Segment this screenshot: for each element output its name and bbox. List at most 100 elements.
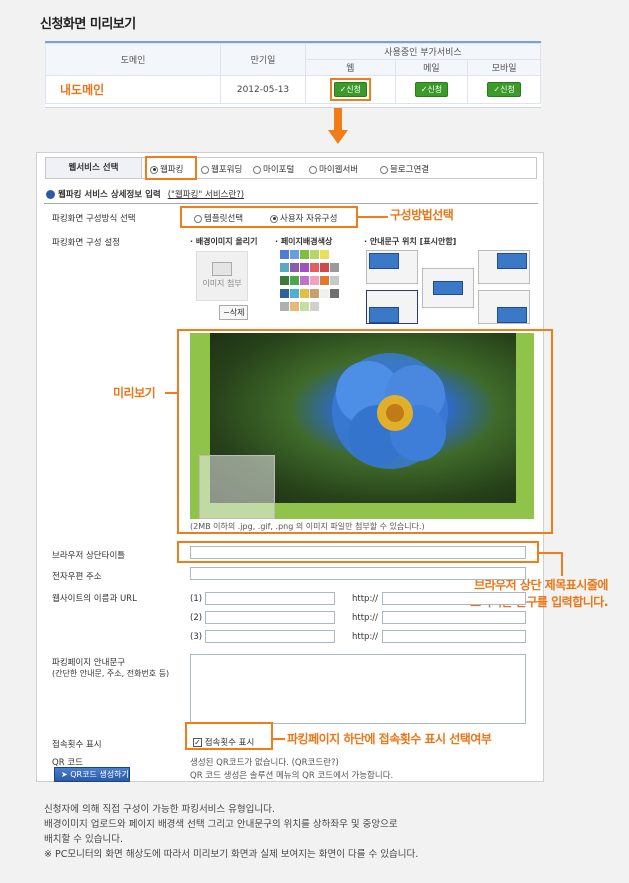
pos-center[interactable] [422, 268, 474, 308]
site-url-input-2[interactable] [382, 611, 526, 624]
footer-line-1: 신청자에 의해 직접 구성이 가능한 파킹서비스 유형입니다. [44, 804, 275, 815]
footer-line-2: 배경이미지 업로드와 페이지 배경색 선택 그리고 안내문구의 위치를 상하좌우… [44, 819, 398, 830]
tab-webforwarding[interactable]: 웹포워딩 [201, 163, 242, 175]
guide-textarea[interactable] [190, 654, 526, 724]
color-swatch[interactable] [320, 289, 329, 298]
color-swatch[interactable] [300, 263, 309, 272]
web-apply-button[interactable]: ✓신청 [333, 82, 367, 97]
preview-canvas [190, 333, 534, 519]
pos-top-right[interactable] [478, 250, 530, 284]
footer-line-4: ※ PC모니터의 화면 해상도에 따라서 미리보기 화면과 실제 보여지는 화면… [44, 849, 419, 860]
color-swatch[interactable] [310, 263, 319, 272]
hide-guide-option[interactable]: [표시안함] [420, 237, 457, 246]
page-title: 신청화면 미리보기 [40, 17, 136, 32]
browser-title-label: 브라우저 상단타이틀 [52, 551, 126, 561]
col-expiry: 만기일 [220, 43, 306, 76]
col-domain: 도메인 [45, 43, 221, 76]
color-swatch[interactable] [330, 289, 339, 298]
config-method-label: 파킹화면 구성방식 선택 [52, 214, 136, 224]
color-swatch[interactable] [280, 263, 289, 272]
expiry-date: 2012-05-13 [220, 75, 306, 104]
guide-pos-label: · 안내문구 위치 [표시안함] [364, 237, 457, 246]
color-swatch[interactable] [290, 289, 299, 298]
site-name-input-1[interactable] [205, 592, 335, 605]
color-swatch[interactable] [330, 276, 339, 285]
email-label: 전자우편 주소 [52, 572, 102, 582]
tab-myportal[interactable]: 마이포털 [253, 163, 294, 175]
color-swatch[interactable] [300, 250, 309, 259]
down-arrow-icon [328, 108, 348, 144]
counter-checkbox[interactable]: ✓ 접속횟수 표시 [193, 736, 254, 748]
color-swatch[interactable] [290, 250, 299, 259]
color-swatch[interactable] [310, 276, 319, 285]
color-swatch[interactable] [300, 276, 309, 285]
guide-text-sublabel: (간단한 안내문, 주소, 전화번호 등) [52, 669, 170, 678]
image-attach-button[interactable]: 이미지 첨부 [196, 251, 248, 301]
color-swatch[interactable] [280, 302, 289, 311]
footer-notes: 신청자에 의해 직접 구성이 가능한 파킹서비스 유형입니다. 배경이미지 업로… [44, 802, 544, 862]
color-swatch[interactable] [320, 250, 329, 259]
section-title: 웹파킹 서비스 상세정보 입력 ("웹파킹" 서비스란?) [46, 188, 244, 200]
qr-generate-button[interactable]: ➤ QR코드 생성하기 [54, 767, 130, 782]
color-swatch[interactable] [290, 302, 299, 311]
pos-bottom-right[interactable] [478, 290, 530, 324]
checkbox-checked-icon: ✓ [193, 738, 202, 747]
service-tabs: 웹서비스 선택 웹파킹 웹포워딩 마이포털 마이웹서버 블로그연결 [45, 156, 537, 180]
section-help-link[interactable]: ("웹파킹" 서비스란?) [168, 190, 244, 200]
color-swatch[interactable] [330, 250, 339, 259]
color-swatch[interactable] [320, 276, 329, 285]
config-setting-label: 파킹화면 구성 설정 [52, 238, 120, 248]
email-input[interactable] [190, 567, 526, 580]
qr-message-2: QR 코드 생성은 솔루션 메뉴의 QR 코드에서 가능합니다. [190, 771, 394, 781]
color-swatch[interactable] [320, 263, 329, 272]
annotation-config-method: 구성방법선택 [390, 208, 454, 222]
site-url-input-1[interactable] [382, 592, 526, 605]
site-name-input-3[interactable] [205, 630, 335, 643]
domain-name: 내도메인 [45, 75, 221, 104]
color-swatch[interactable] [310, 250, 319, 259]
bg-color-label: · 페이지배경색상 [275, 237, 333, 246]
site-url-input-3[interactable] [382, 630, 526, 643]
guide-text-label: 파킹페이지 안내문구 [52, 658, 126, 668]
color-swatch[interactable] [280, 289, 289, 298]
mail-apply-button[interactable]: ✓신청 [414, 82, 449, 97]
color-swatch[interactable] [310, 289, 319, 298]
col-mobile: 모바일 [467, 59, 541, 76]
color-swatch[interactable] [310, 302, 319, 311]
col-addon: 사용중인 부가서비스 [305, 43, 541, 60]
site-urls-label: 웹사이트의 이름과 URL [52, 594, 137, 604]
color-swatch[interactable] [300, 302, 309, 311]
option-custom[interactable]: 사용자 자유구성 [270, 212, 337, 224]
preview-caption: (2MB 이하의 .jpg, .gif, .png 의 이미지 파일만 첨부할 … [190, 522, 425, 531]
footer-line-3: 배치할 수 있습니다. [44, 834, 123, 845]
service-tabs-label: 웹서비스 선택 [46, 158, 142, 178]
counter-label: 접속횟수 표시 [52, 740, 102, 750]
site-name-input-2[interactable] [205, 611, 335, 624]
guide-text-box [199, 455, 275, 519]
tab-webparking[interactable]: 웹파킹 [150, 163, 183, 175]
color-palette[interactable] [280, 250, 340, 318]
bg-image-label: · 배경이미지 올리기 [190, 237, 258, 246]
image-icon [212, 262, 232, 276]
color-swatch[interactable] [330, 263, 339, 272]
color-swatch[interactable] [300, 289, 309, 298]
color-swatch[interactable] [280, 250, 289, 259]
color-swatch[interactable] [290, 276, 299, 285]
tab-mywebserver[interactable]: 마이웹서버 [309, 163, 358, 175]
pos-top-left[interactable] [366, 250, 418, 284]
delete-image-button[interactable]: −삭제 [219, 305, 249, 320]
color-swatch[interactable] [290, 263, 299, 272]
domain-table: 도메인 만기일 사용중인 부가서비스 웹 메일 모바일 내도메인 2012-05… [45, 41, 541, 108]
bullet-icon [46, 190, 55, 199]
mobile-apply-button[interactable]: ✓신청 [487, 82, 521, 97]
color-swatch[interactable] [280, 276, 289, 285]
qr-message-1: 생성된 QR코드가 없습니다. (QR코드란?) [190, 758, 339, 768]
col-web: 웹 [305, 59, 396, 76]
browser-title-input[interactable] [190, 546, 526, 559]
option-template[interactable]: 템플릿선택 [194, 212, 243, 224]
annotation-counter: 파킹페이지 하단에 접속횟수 표시 선택여부 [287, 732, 492, 746]
tab-blog[interactable]: 블로그연결 [380, 163, 429, 175]
pos-bottom-left[interactable] [366, 290, 418, 324]
col-mail: 메일 [394, 59, 469, 76]
annotation-preview: 미리보기 [113, 386, 156, 400]
